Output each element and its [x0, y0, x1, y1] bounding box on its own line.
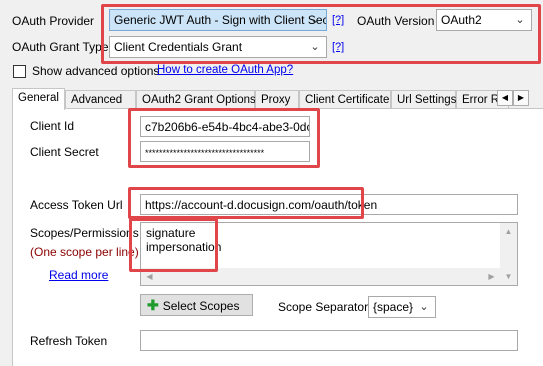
access-token-input[interactable]: https://account-d.docusign.com/oauth/tok…	[140, 194, 518, 215]
show-advanced-checkbox[interactable]	[13, 65, 26, 78]
tab-scroll-right-icon[interactable]: ▶	[513, 90, 529, 106]
refresh-token-label: Refresh Token	[30, 334, 108, 348]
client-secret-value: **********************************	[145, 148, 265, 158]
help-link-provider[interactable]: [?]	[332, 14, 344, 26]
oauth-version-select[interactable]: OAuth2 ⌄	[436, 9, 532, 31]
chevron-down-icon: ⌄	[419, 301, 429, 313]
oauth-provider-value: Generic JWT Auth - Sign with Client Sec	[114, 13, 327, 27]
refresh-token-input[interactable]	[140, 330, 518, 351]
oauth-grant-label: OAuth Grant Type	[12, 40, 109, 54]
howto-link[interactable]: How to create OAuth App?	[157, 64, 293, 76]
scope-separator-label: Scope Separator	[278, 300, 369, 314]
client-id-value: c7b206b6-e54b-4bc4-abe3-0dcb3	[145, 120, 310, 134]
access-token-label: Access Token Url	[30, 198, 123, 212]
tab-advanced[interactable]: Advanced	[65, 90, 136, 109]
tab-bar: General Advanced OAuth2 Grant Options Pr…	[12, 88, 543, 110]
scope-separator-value: {space}	[373, 300, 414, 314]
oauth-provider-select[interactable]: Generic JWT Auth - Sign with Client Sec …	[109, 9, 327, 31]
client-id-label: Client Id	[30, 119, 75, 133]
oauth-version-label: OAuth Version	[357, 14, 435, 28]
oauth-provider-label: OAuth Provider	[12, 14, 95, 28]
scroll-up-icon[interactable]: ▲	[500, 223, 517, 240]
scope-line: signature	[146, 226, 196, 240]
scopes-label: Scopes/Permissions	[30, 226, 139, 240]
oauth-version-value: OAuth2	[441, 13, 482, 27]
read-more-link[interactable]: Read more	[49, 268, 108, 282]
scopes-scrollbar[interactable]: ▲ ▼	[500, 223, 517, 285]
scroll-down-icon[interactable]: ▼	[500, 268, 517, 285]
oauth-grant-value: Client Credentials Grant	[114, 40, 243, 54]
scroll-left-icon[interactable]: ◀	[141, 268, 158, 285]
show-advanced-label: Show advanced options	[32, 64, 160, 78]
oauth-grant-select[interactable]: Client Credentials Grant ⌄	[109, 36, 327, 58]
scope-separator-select[interactable]: {space} ⌄	[368, 296, 436, 318]
help-link-grant[interactable]: [?]	[332, 41, 344, 53]
plus-icon: ✚	[147, 297, 159, 313]
scopes-textarea[interactable]: signature impersonation ▲ ▼ ◀ ▶	[140, 222, 518, 286]
tab-general[interactable]: General	[12, 88, 65, 110]
chevron-down-icon: ⌄	[310, 41, 320, 53]
tab-client-certificate[interactable]: Client Certificate	[299, 90, 391, 109]
client-id-input[interactable]: c7b206b6-e54b-4bc4-abe3-0dcb3	[140, 116, 310, 137]
tab-oauth2-grant-options[interactable]: OAuth2 Grant Options	[136, 90, 256, 109]
scroll-right-icon[interactable]: ▶	[483, 268, 500, 285]
client-secret-label: Client Secret	[30, 145, 99, 159]
tab-scroll-left-icon[interactable]: ◀	[497, 90, 513, 106]
scope-line: impersonation	[146, 240, 222, 254]
scopes-hint: (One scope per line)	[30, 245, 139, 259]
select-scopes-button[interactable]: ✚ Select Scopes	[140, 294, 253, 316]
select-scopes-label: Select Scopes	[162, 299, 240, 313]
chevron-down-icon: ⌄	[310, 14, 320, 26]
scopes-hscrollbar[interactable]: ◀ ▶	[141, 268, 500, 285]
tab-url-settings[interactable]: Url Settings	[391, 90, 456, 109]
tab-proxy[interactable]: Proxy	[255, 90, 299, 109]
chevron-down-icon: ⌄	[515, 14, 525, 26]
client-secret-input[interactable]: **********************************	[140, 141, 310, 162]
access-token-value: https://account-d.docusign.com/oauth/tok…	[145, 198, 378, 212]
